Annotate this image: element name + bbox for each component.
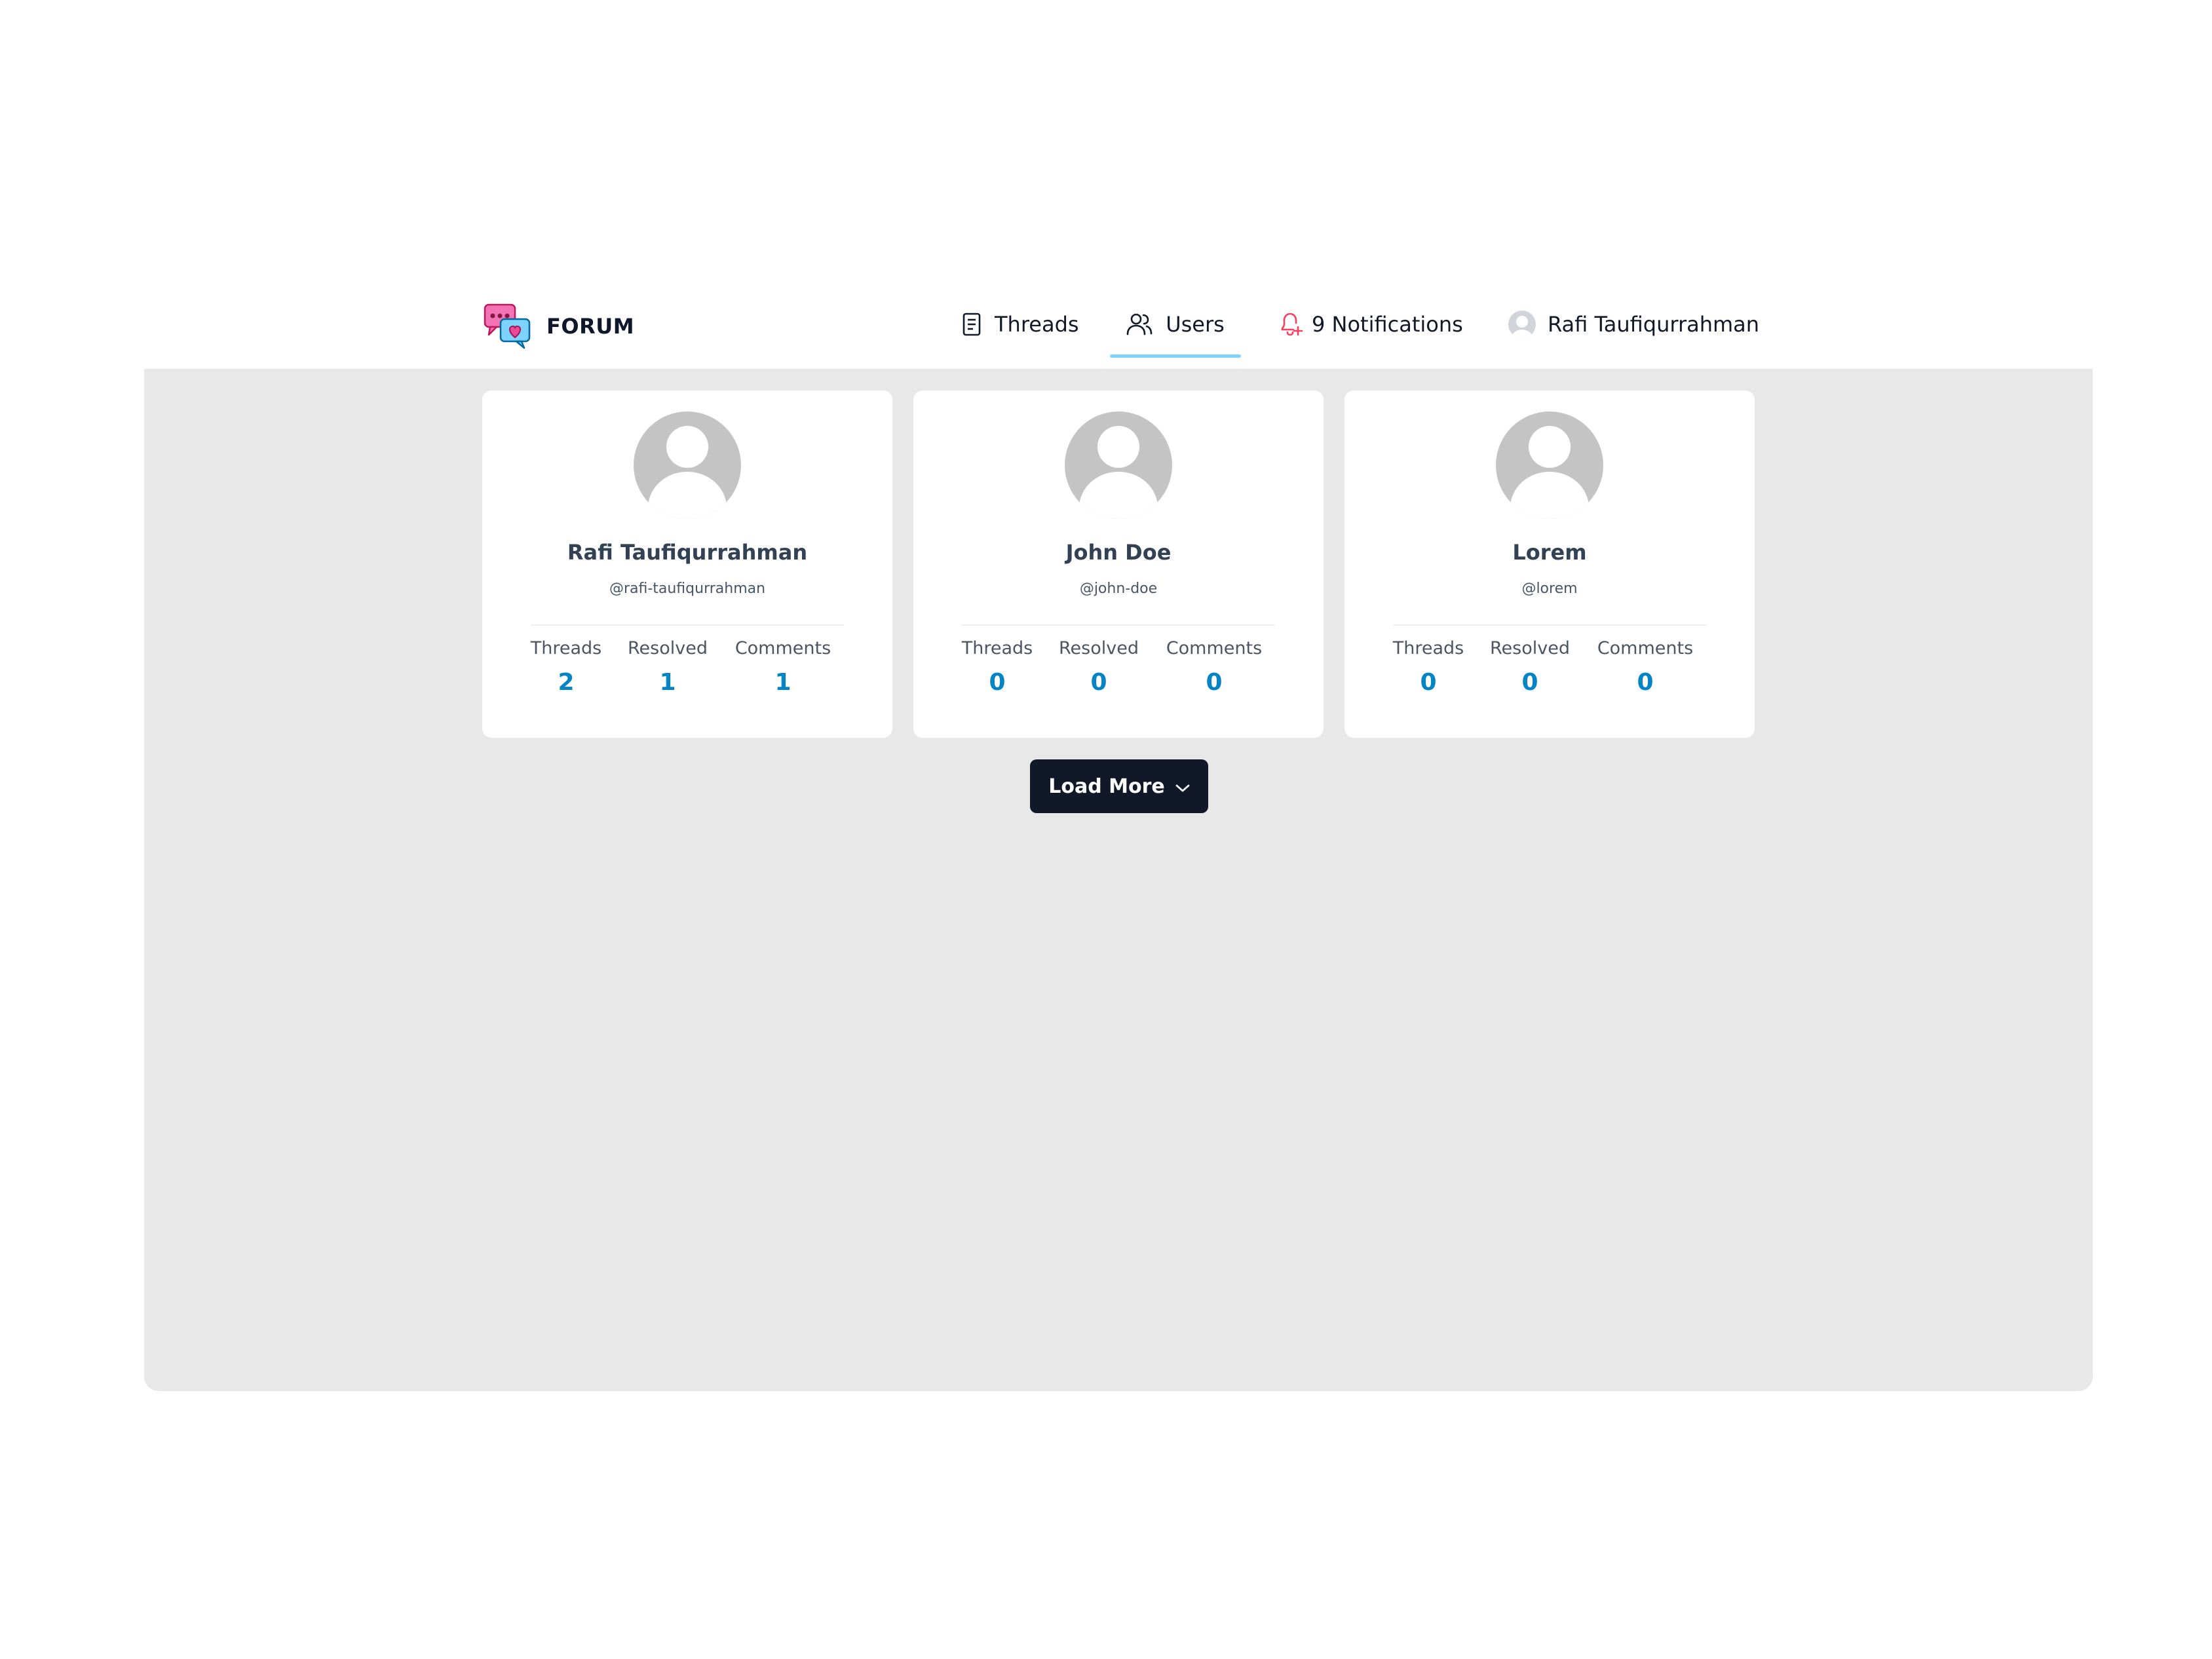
stat-resolved: Resolved 0 [1478, 638, 1582, 696]
nav-threads[interactable]: Threads [962, 295, 1079, 354]
load-more-label: Load More [1048, 774, 1165, 798]
users-page: Rafi Taufiqurrahman @rafi-taufiqurrahman… [144, 369, 2093, 1391]
stat-label: Comments [734, 638, 831, 658]
nav-users[interactable]: Users [1110, 295, 1241, 358]
divider [1393, 624, 1706, 626]
stat-value: 0 [1206, 669, 1223, 696]
user-handle: @lorem [1521, 581, 1578, 597]
stat-value: 0 [1420, 669, 1437, 696]
stat-label: Comments [1597, 638, 1694, 658]
document-icon [962, 313, 982, 336]
nav-users-label: Users [1166, 312, 1225, 337]
stat-resolved: Resolved 0 [1046, 638, 1151, 696]
stat-value: 2 [558, 669, 575, 696]
top-navbar: FORUM Threads Users 9 Notifications Rafi… [0, 295, 2212, 367]
users-icon [1126, 313, 1153, 336]
nav-account-name: Rafi Taufiqurrahman [1548, 312, 1760, 337]
user-name: Rafi Taufiqurrahman [567, 540, 808, 565]
forum-logo-icon [484, 303, 532, 349]
stat-threads: Threads 0 [1376, 638, 1481, 696]
stat-comments: Comments 0 [1593, 638, 1698, 696]
avatar [1508, 311, 1536, 338]
nav-account[interactable]: Rafi Taufiqurrahman [1508, 295, 1759, 354]
nav-notifications-label: 9 Notifications [1312, 312, 1463, 337]
stat-label: Resolved [628, 638, 708, 658]
user-card[interactable]: John Doe @john-doe Threads 0 Resolved 0 … [913, 391, 1324, 738]
stat-threads: Threads 0 [945, 638, 1050, 696]
brand-name: FORUM [546, 314, 635, 339]
active-tab-indicator [1110, 354, 1241, 358]
user-avatar [1065, 411, 1172, 519]
stat-comments: Comments 1 [731, 638, 835, 696]
stat-label: Resolved [1059, 638, 1139, 658]
user-avatar [634, 411, 741, 519]
stat-value: 1 [659, 669, 676, 696]
brand[interactable]: FORUM [484, 303, 634, 350]
stat-value: 0 [1637, 669, 1654, 696]
stat-value: 1 [774, 669, 791, 696]
load-more-button[interactable]: Load More [1030, 759, 1208, 813]
user-handle: @john-doe [1079, 581, 1158, 597]
stat-value: 0 [1521, 669, 1538, 696]
stat-label: Resolved [1490, 638, 1570, 658]
user-name: John Doe [1065, 540, 1172, 565]
stat-value: 0 [1090, 669, 1107, 696]
nav-threads-label: Threads [995, 312, 1079, 337]
bell-icon [1279, 312, 1303, 337]
stat-label: Comments [1166, 638, 1263, 658]
stat-comments: Comments 0 [1162, 638, 1267, 696]
stat-value: 0 [989, 669, 1006, 696]
chevron-down-icon [1175, 775, 1190, 798]
divider [531, 624, 844, 626]
divider [962, 624, 1275, 626]
user-avatar [1496, 411, 1603, 519]
user-handle: @rafi-taufiqurrahman [609, 581, 766, 597]
stat-threads: Threads 2 [514, 638, 619, 696]
stat-label: Threads [961, 638, 1033, 658]
user-card[interactable]: Lorem @lorem Threads 0 Resolved 0 Commen… [1344, 391, 1755, 738]
stat-resolved: Resolved 1 [615, 638, 720, 696]
stat-label: Threads [530, 638, 602, 658]
nav-notifications[interactable]: 9 Notifications [1279, 295, 1463, 354]
user-name: Lorem [1512, 540, 1587, 565]
user-card[interactable]: Rafi Taufiqurrahman @rafi-taufiqurrahman… [482, 391, 892, 738]
stat-label: Threads [1392, 638, 1464, 658]
